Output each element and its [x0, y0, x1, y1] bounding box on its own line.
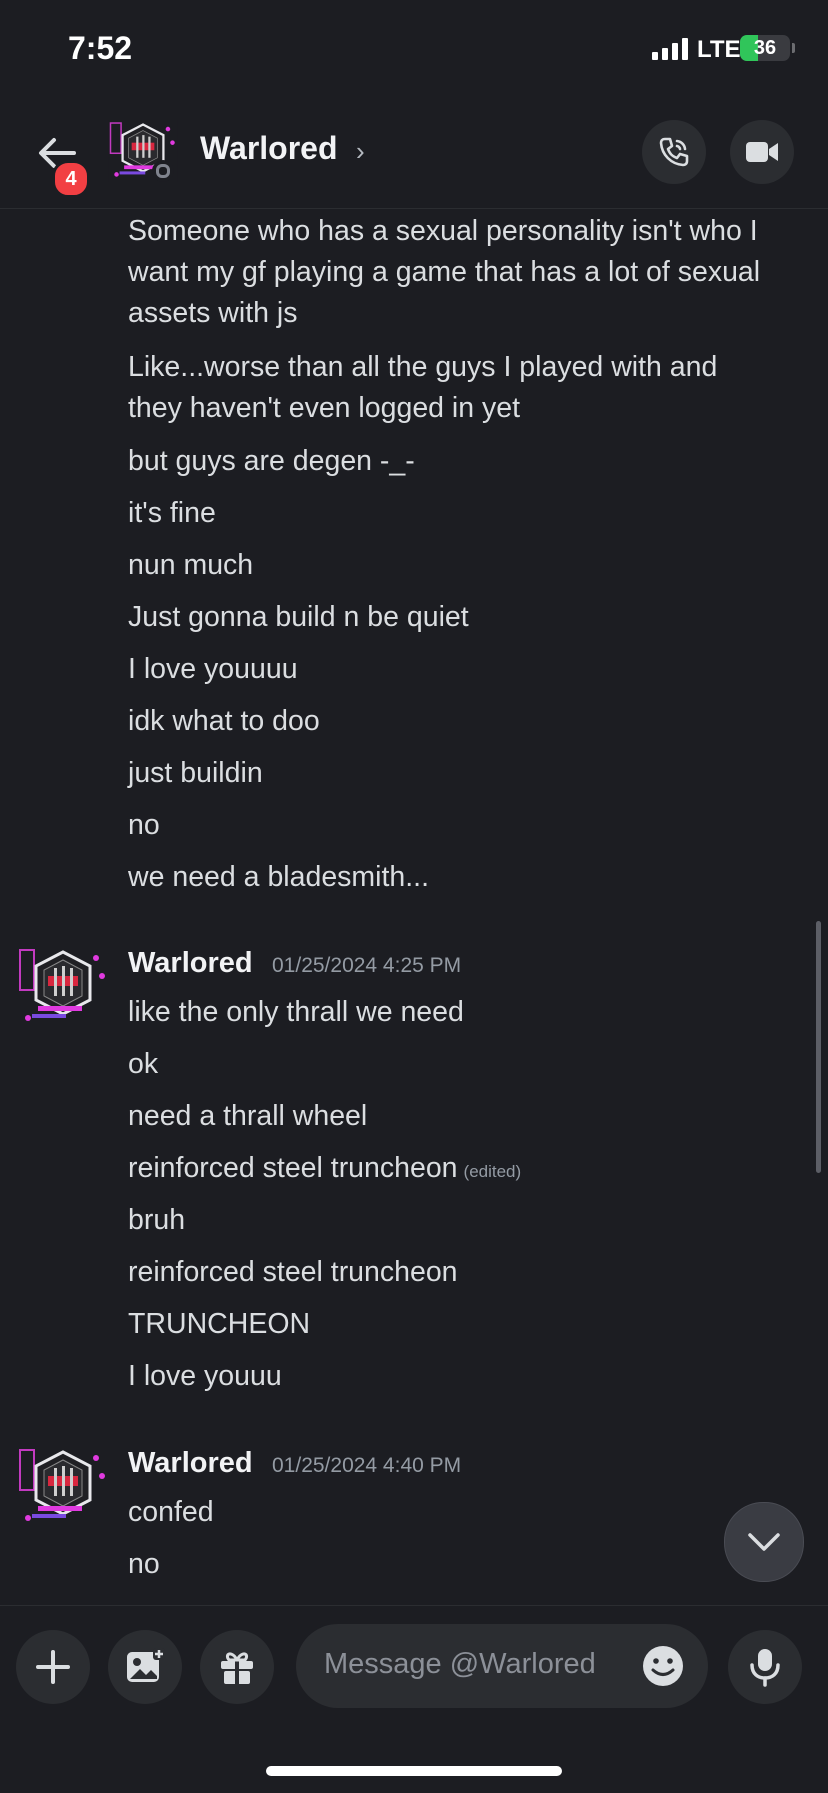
edited-label: (edited)	[463, 1162, 522, 1181]
emoji-button[interactable]	[642, 1645, 684, 1687]
message-text: Like...worse than all the guys I played …	[128, 351, 718, 383]
message-text: like the only thrall we need	[128, 996, 464, 1028]
message-text: want my gf playing a game that has a lot…	[128, 256, 761, 288]
network-type: LTE	[697, 36, 741, 63]
clock: 7:52	[68, 30, 133, 66]
message-text: confed	[128, 1496, 214, 1528]
avatar[interactable]	[18, 946, 108, 1028]
emoji-icon	[643, 1646, 683, 1686]
status-bar: 7:52 LTE 36	[0, 0, 828, 100]
unread-badge: 4	[52, 160, 90, 198]
scrollbar[interactable]	[816, 921, 821, 1173]
message-text: but guys are degen -_-	[128, 445, 415, 477]
message-text: I love youuu	[128, 1360, 282, 1392]
message-input[interactable]: Message @Warlored	[296, 1624, 708, 1708]
message-text: Just gonna build n be quiet	[128, 601, 469, 633]
microphone-icon	[750, 1649, 780, 1687]
message-text: idk what to doo	[128, 705, 320, 737]
message-text: ok	[128, 1048, 159, 1080]
video-call-button[interactable]	[730, 120, 794, 184]
message-text: TRUNCHEON	[128, 1308, 311, 1340]
battery-tip	[792, 43, 795, 53]
message-text: Someone who has a sexual personality isn…	[128, 215, 758, 247]
gift-icon	[221, 1652, 253, 1684]
message-author[interactable]: Warlored	[128, 1447, 253, 1480]
message-text: it's fine	[128, 497, 216, 529]
voice-call-button[interactable]	[642, 120, 706, 184]
avatar[interactable]	[18, 1446, 108, 1528]
message-author[interactable]: Warlored	[128, 947, 253, 980]
avatar-image	[19, 1449, 105, 1521]
message-timestamp: 01/25/2024 4:25 PM	[272, 954, 462, 977]
image-icon	[127, 1648, 165, 1682]
phone-icon	[659, 137, 689, 167]
message-text: no	[128, 1548, 160, 1580]
message-input-placeholder: Message @Warlored	[324, 1648, 596, 1680]
add-attachment-button[interactable]	[16, 1630, 90, 1704]
plus-icon	[36, 1650, 70, 1684]
chevron-down-icon	[748, 1533, 780, 1551]
message-text-content: reinforced steel truncheon	[128, 1152, 458, 1184]
message-text: reinforced steel truncheon (edited)	[128, 1148, 521, 1192]
avatar-image	[19, 949, 105, 1021]
message-text: they haven't even logged in yet	[128, 392, 521, 424]
message-text: bruh	[128, 1204, 186, 1236]
message-text: assets with js	[128, 297, 298, 329]
message-composer: Message @Warlored	[0, 1605, 828, 1793]
video-camera-icon	[746, 142, 778, 162]
dm-header: 4 Warlored ›	[0, 100, 828, 209]
battery-icon: 36	[740, 35, 790, 61]
signal-icon	[652, 38, 688, 60]
gift-button[interactable]	[200, 1630, 274, 1704]
home-indicator[interactable]	[266, 1766, 562, 1776]
message-text: just buildin	[128, 757, 263, 789]
battery-level: 36	[753, 37, 777, 59]
voice-message-button[interactable]	[728, 1630, 802, 1704]
offline-status-icon	[152, 160, 174, 182]
jump-to-present-button[interactable]	[724, 1502, 804, 1582]
message-text: no	[128, 809, 160, 841]
message-list[interactable]: Someone who has a sexual personality isn…	[0, 209, 828, 1605]
chevron-right-icon[interactable]: ›	[356, 136, 365, 167]
message-text: reinforced steel truncheon	[128, 1256, 458, 1288]
channel-title[interactable]: Warlored	[200, 130, 338, 167]
message-timestamp: 01/25/2024 4:40 PM	[272, 1454, 462, 1477]
media-button[interactable]	[108, 1630, 182, 1704]
message-text: need a thrall wheel	[128, 1100, 368, 1132]
message-text: we need a bladesmith...	[128, 861, 430, 893]
message-text: nun much	[128, 549, 254, 581]
message-text: I love youuuu	[128, 653, 298, 685]
